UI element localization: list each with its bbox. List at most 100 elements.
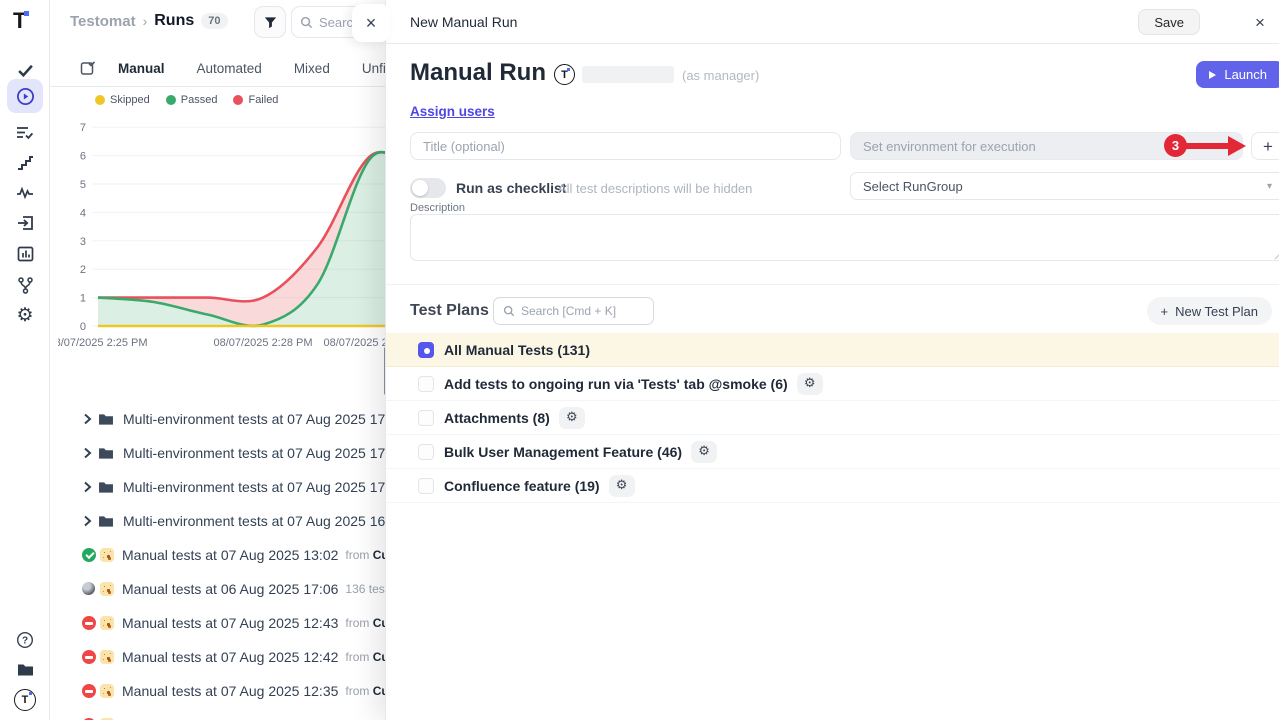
run-title: Manual tests at 06 Aug 2025 17:06 — [122, 581, 338, 597]
pulse-icon — [16, 186, 34, 200]
stairs-icon — [17, 156, 34, 171]
tab-manual[interactable]: Manual — [118, 61, 165, 76]
test-plan-row[interactable]: Confluence feature (19) ⚙︎ — [386, 469, 1279, 503]
chevron-right-icon[interactable] — [83, 481, 93, 493]
svg-text:5: 5 — [80, 179, 86, 191]
test-plan-settings-button[interactable]: ⚙︎ — [609, 475, 635, 497]
test-plan-settings-button[interactable]: ⚙︎ — [797, 373, 823, 395]
app-root: Testomat › Runs 70 — [0, 0, 1279, 720]
panel-header: New Manual Run Save × — [386, 0, 1279, 44]
test-plan-label: Confluence feature (19) — [444, 478, 600, 494]
folder-icon — [98, 413, 114, 426]
test-plan-checkbox[interactable] — [418, 342, 434, 358]
failed-status-icon — [82, 616, 96, 630]
test-plan-row[interactable]: All Manual Tests (131) — [386, 333, 1279, 367]
add-environment-button[interactable]: + — [1251, 132, 1279, 160]
sidebar-item-analytics[interactable] — [7, 178, 43, 208]
panel-close-tab-button[interactable]: × — [352, 4, 390, 42]
svg-text:1: 1 — [80, 293, 86, 305]
chevron-right-icon[interactable] — [83, 515, 93, 527]
chevron-down-icon: ▾ — [1267, 181, 1272, 192]
new-manual-run-panel: New Manual Run Save × Manual Run T (as m… — [385, 0, 1279, 720]
sidebar-item-runs[interactable] — [7, 79, 43, 113]
report-chart-icon — [17, 246, 34, 262]
run-as-checklist-toggle[interactable] — [410, 178, 446, 198]
manual-run-icon — [100, 650, 114, 664]
test-plans-search-input[interactable] — [521, 304, 636, 318]
owner-role-note: (as manager) — [682, 68, 759, 83]
assign-users-link[interactable]: Assign users — [410, 104, 495, 119]
run-title: Manual tests at 07 Aug 2025 12:43 — [122, 615, 338, 631]
new-test-plan-button[interactable]: + New Test Plan — [1147, 297, 1272, 325]
passed-status-icon — [82, 548, 96, 562]
sidebar-item-projects[interactable] — [7, 655, 43, 685]
test-plan-checkbox[interactable] — [418, 444, 434, 460]
run-title: Multi-environment tests at 07 Aug 2025 1… — [123, 479, 405, 495]
panel-close-button[interactable]: × — [1248, 11, 1272, 35]
runs-count-badge: 70 — [201, 13, 227, 29]
test-plans-search[interactable] — [493, 297, 654, 325]
run-title-input[interactable] — [410, 132, 841, 160]
svg-text:4: 4 — [80, 207, 86, 219]
test-plans-heading: Test Plans — [410, 302, 489, 320]
manual-run-icon — [100, 616, 114, 630]
owner-name-redacted — [582, 66, 674, 83]
in-progress-status-icon — [82, 582, 96, 596]
sidebar-item-branches[interactable] — [7, 270, 43, 300]
run-title: Multi-environment tests at 07 Aug 2025 1… — [123, 411, 405, 427]
sidebar-item-milestones[interactable] — [7, 148, 43, 178]
select-all-icon[interactable] — [80, 60, 96, 76]
run-title: Multi-environment tests at 07 Aug 2025 1… — [123, 513, 405, 529]
import-icon — [17, 215, 34, 231]
test-plan-checkbox[interactable] — [418, 376, 434, 392]
sidebar-item-import[interactable] — [7, 208, 43, 238]
play-circle-icon — [16, 87, 35, 106]
launch-label: Launch — [1224, 67, 1267, 82]
sidebar-item-help[interactable]: ? — [7, 625, 43, 655]
test-plan-label: Add tests to ongoing run via 'Tests' tab… — [444, 376, 788, 392]
description-textarea[interactable] — [410, 214, 1279, 261]
test-plan-label: Attachments (8) — [444, 410, 550, 426]
manual-run-icon — [100, 548, 114, 562]
tab-mixed[interactable]: Mixed — [294, 61, 330, 76]
sidebar-item-plans[interactable] — [7, 118, 43, 148]
sidebar-item-settings[interactable]: ⚙︎ — [7, 300, 43, 330]
chevron-right-icon[interactable] — [83, 413, 93, 425]
test-plan-row[interactable]: Attachments (8) ⚙︎ — [386, 401, 1279, 435]
manual-run-icon — [100, 684, 114, 698]
rungroup-value: Select RunGroup — [863, 179, 963, 194]
sidebar-item-reports[interactable] — [7, 239, 43, 269]
breadcrumb-runs[interactable]: Runs — [154, 12, 194, 30]
checklist-label: Run as checklist — [456, 180, 567, 196]
breadcrumb-project[interactable]: Testomat — [70, 13, 136, 30]
tab-automated[interactable]: Automated — [197, 61, 262, 76]
app-logo[interactable]: T — [13, 8, 26, 34]
rungroup-select[interactable]: Select RunGroup ▾ — [850, 172, 1279, 200]
svg-text:7: 7 — [80, 122, 86, 134]
close-icon: × — [1255, 13, 1265, 33]
launch-button[interactable]: Launch — [1196, 61, 1279, 88]
new-test-plan-label: New Test Plan — [1175, 304, 1258, 319]
plus-icon: + — [1161, 304, 1169, 319]
test-plan-settings-button[interactable]: ⚙︎ — [691, 441, 717, 463]
test-plan-label: Bulk User Management Feature (46) — [444, 444, 682, 460]
test-plan-row[interactable]: Add tests to ongoing run via 'Tests' tab… — [386, 367, 1279, 401]
folder-icon — [98, 447, 114, 460]
check-icon — [17, 62, 34, 79]
filter-button[interactable] — [254, 6, 286, 38]
test-plan-checkbox[interactable] — [418, 478, 434, 494]
description-label: Description — [410, 202, 465, 214]
folder-icon — [98, 515, 114, 528]
search-icon — [503, 305, 515, 317]
sidebar-item-account[interactable]: T — [7, 685, 43, 715]
test-plan-row[interactable]: Bulk User Management Feature (46) ⚙︎ — [386, 435, 1279, 469]
branch-icon — [18, 277, 33, 294]
svg-text:2: 2 — [80, 264, 86, 276]
chevron-right-icon[interactable] — [83, 447, 93, 459]
test-plan-settings-button[interactable]: ⚙︎ — [559, 407, 585, 429]
failed-status-icon — [82, 684, 96, 698]
save-button[interactable]: Save — [1138, 9, 1200, 35]
test-plan-checkbox[interactable] — [418, 410, 434, 426]
folder-icon — [17, 663, 34, 677]
search-icon — [300, 16, 313, 29]
